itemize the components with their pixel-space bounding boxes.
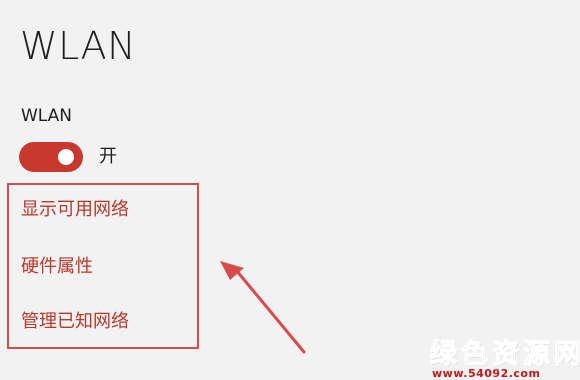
watermark-title: 绿色资源网 — [430, 339, 580, 370]
annotation-arrow — [220, 261, 306, 354]
arrow-shaft — [234, 268, 306, 354]
watermark-url: www.54092.com — [432, 367, 541, 380]
watermark-logo: 绿色资源网 www.54092.com — [428, 339, 580, 380]
